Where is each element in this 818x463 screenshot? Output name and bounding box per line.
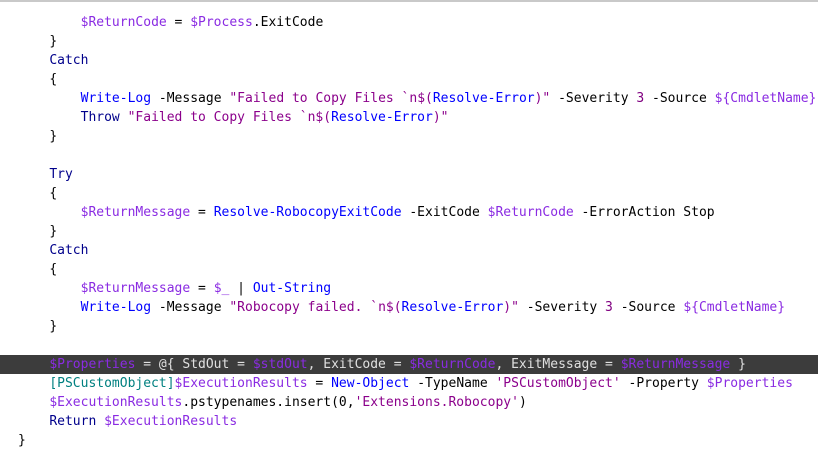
code-token: } <box>49 319 58 334</box>
code-token: Resolve-Error <box>331 110 433 125</box>
code-token: )" <box>503 300 519 315</box>
code-line[interactable]: $ExecutionResults.pstypenames.insert(0,'… <box>0 393 818 412</box>
code-token: = <box>190 205 214 220</box>
code-token: Resolve-RobocopyExitCode <box>213 205 402 220</box>
code-line[interactable]: $ReturnMessage = $_ | Out-String <box>0 279 818 298</box>
code-token: $ExecutionResults <box>104 414 238 429</box>
code-line[interactable] <box>0 146 818 165</box>
code-token: $ReturnCode <box>80 15 167 30</box>
code-token: .pstypenames.insert(0, <box>182 395 355 410</box>
code-token: Try <box>49 167 73 182</box>
code-token: "Robocopy failed. `n$( <box>229 300 402 315</box>
code-line[interactable]: } <box>0 127 818 146</box>
code-editor[interactable]: $ReturnCode = $Process.ExitCode} Catch { Wr… <box>0 0 818 463</box>
code-token: , ExitMessage = <box>495 357 621 372</box>
code-token: $ReturnCode <box>487 205 574 220</box>
code-token: , ExitCode = <box>307 357 410 372</box>
code-line[interactable]: Try <box>0 165 818 184</box>
code-token: )" <box>432 110 449 125</box>
code-line[interactable]: { <box>0 184 818 203</box>
code-token: 'Extensions.Robocopy' <box>354 395 519 410</box>
code-token: $Process <box>190 15 253 30</box>
code-token: . <box>252 15 261 30</box>
code-token: )" <box>534 91 551 106</box>
code-token: $Properties <box>706 376 793 391</box>
code-token: -TypeName <box>409 376 496 391</box>
code-token: $ExecutionResults <box>174 376 308 391</box>
code-line[interactable]: } <box>0 431 818 450</box>
code-token: "Failed to Copy Files `n$( <box>127 110 332 125</box>
code-token: { <box>49 186 58 201</box>
code-line[interactable] <box>0 336 818 355</box>
code-token: } <box>730 357 746 372</box>
code-token: | <box>229 281 253 296</box>
code-line[interactable]: { <box>0 70 818 89</box>
code-token: Out-String <box>252 281 332 296</box>
code-token: Return <box>49 414 97 429</box>
code-token: Catch <box>49 243 89 258</box>
code-line[interactable]: Throw "Failed to Copy Files `n$(Resolve-… <box>0 108 818 127</box>
code-token: 3 <box>636 91 645 106</box>
code-token: $Properties <box>49 357 136 372</box>
code-token: -Message <box>151 91 230 106</box>
code-token: -Source <box>644 91 715 106</box>
code-token: ExitCode <box>260 15 324 30</box>
code-line[interactable]: { <box>0 260 818 279</box>
code-line[interactable]: Return $ExecutionResults <box>0 412 818 431</box>
code-token: = <box>307 376 332 391</box>
code-token: } <box>18 433 26 448</box>
code-token: = <box>190 281 214 296</box>
code-token: $stdOut <box>252 357 308 372</box>
code-token: -ErrorAction Stop <box>573 205 715 220</box>
code-token: $ReturnMessage <box>80 281 191 296</box>
code-token: -Source <box>612 300 684 315</box>
code-token: } <box>49 34 58 49</box>
code-token: Write-Log <box>80 300 152 315</box>
code-line-current[interactable]: $Properties = @{ StdOut = $stdOut, ExitC… <box>0 355 818 374</box>
code-token: Resolve-Error <box>401 300 504 315</box>
code-token: -Severity <box>550 91 637 106</box>
code-token: } <box>49 224 58 239</box>
code-token: $ReturnMessage <box>620 357 731 372</box>
code-token: [PSCustomObject] <box>49 376 175 391</box>
code-line[interactable]: $ReturnMessage = Resolve-RobocopyExitCod… <box>0 203 818 222</box>
code-token: "Failed to Copy Files `n$( <box>229 91 433 106</box>
code-token: Write-Log <box>80 91 152 106</box>
code-token: $ReturnCode <box>409 357 496 372</box>
code-line[interactable]: [PSCustomObject]$ExecutionResults = New-… <box>0 374 818 393</box>
code-token: Throw <box>80 110 120 125</box>
code-token: -Message <box>151 300 230 315</box>
code-token: Catch <box>49 53 89 68</box>
code-line[interactable]: $ReturnCode = $Process.ExitCode <box>0 13 818 32</box>
code-token: -Severity <box>518 300 606 315</box>
code-token: Resolve-Error <box>432 91 535 106</box>
code-token: 3 <box>605 300 613 315</box>
code-token: } <box>49 129 58 144</box>
code-line[interactable]: Write-Log -Message "Robocopy failed. `n$… <box>0 298 818 317</box>
code-line[interactable]: Write-Log -Message "Failed to Copy Files… <box>0 89 818 108</box>
code-line[interactable]: } <box>0 317 818 336</box>
code-token: ${CmdletName} <box>683 300 786 315</box>
code-token: $ExecutionResults <box>49 395 183 410</box>
code-line[interactable]: } <box>0 222 818 241</box>
code-token: $_ <box>213 281 230 296</box>
code-line[interactable]: Catch <box>0 51 818 70</box>
code-token: = <box>135 357 159 372</box>
code-line[interactable]: Catch <box>0 241 818 260</box>
code-token: -Property <box>620 376 707 391</box>
code-token: -ExitCode <box>401 205 488 220</box>
code-token: 'PSCustomObject' <box>495 376 621 391</box>
code-token: = <box>166 15 191 30</box>
code-token: { <box>49 262 58 277</box>
code-token: ) <box>518 395 527 410</box>
code-token: { <box>49 72 58 87</box>
code-token: New-Object <box>331 376 410 391</box>
code-token: ${CmdletName} <box>714 91 817 106</box>
code-token: @{ StdOut = <box>158 357 253 372</box>
code-token: $ReturnMessage <box>80 205 191 220</box>
code-line[interactable]: } <box>0 32 818 51</box>
